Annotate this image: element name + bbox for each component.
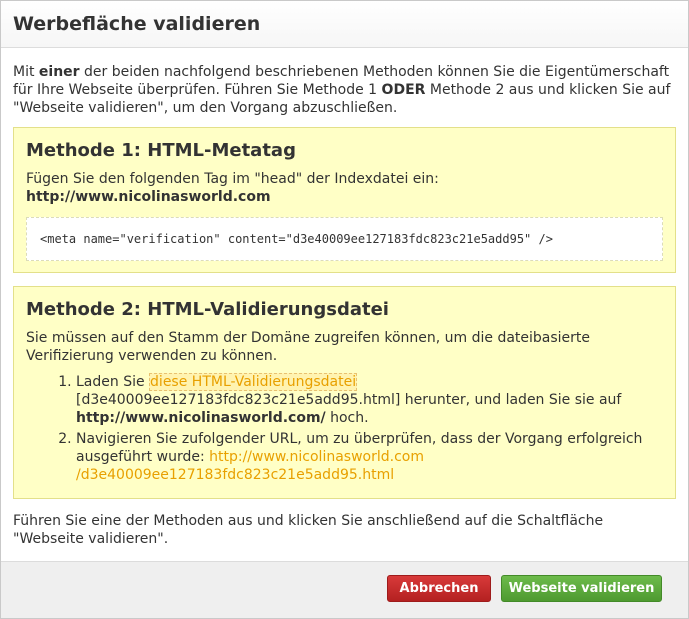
- cancel-button[interactable]: Abbrechen: [387, 575, 491, 602]
- method1-instruction: Fügen Sie den folgenden Tag im "head" de…: [26, 171, 439, 187]
- method1-domain: http://www.nicolinasworld.com: [26, 189, 271, 205]
- step-verify: Navigieren Sie zufolgender URL, um zu üb…: [76, 430, 663, 484]
- validation-dialog: Werbefläche validieren Mit einer der bei…: [0, 0, 689, 619]
- method1-title: Methode 1: HTML-Metatag: [26, 140, 296, 161]
- method2-box: Methode 2: HTML-Validierungsdatei Sie mü…: [13, 286, 676, 499]
- validate-website-button[interactable]: Webseite validieren: [501, 575, 662, 602]
- method2-steps: Laden Sie diese HTML-Validierungsdatei […: [26, 373, 663, 484]
- dialog-body: Mit einer der beiden nachfolgend beschri…: [1, 48, 688, 548]
- method1-box: Methode 1: HTML-Metatag Fügen Sie den fo…: [13, 127, 676, 273]
- step-download: Laden Sie diese HTML-Validierungsdatei […: [76, 373, 663, 427]
- intro-text: Mit einer der beiden nachfolgend beschri…: [13, 64, 671, 116]
- dialog-header: Werbefläche validieren: [1, 1, 688, 48]
- dialog-footer: Abbrechen Webseite validieren: [1, 561, 688, 618]
- dialog-title: Werbefläche validieren: [13, 13, 261, 35]
- footer-instruction: Führen Sie eine der Methoden aus und kli…: [13, 513, 604, 547]
- meta-tag-code[interactable]: <meta name="verification" content="d3e40…: [26, 217, 663, 261]
- download-file-link[interactable]: diese HTML-Validierungsdatei: [149, 373, 358, 391]
- method2-instruction: Sie müssen auf den Stamm der Domäne zugr…: [26, 330, 591, 364]
- method2-title: Methode 2: HTML-Validierungsdatei: [26, 299, 389, 320]
